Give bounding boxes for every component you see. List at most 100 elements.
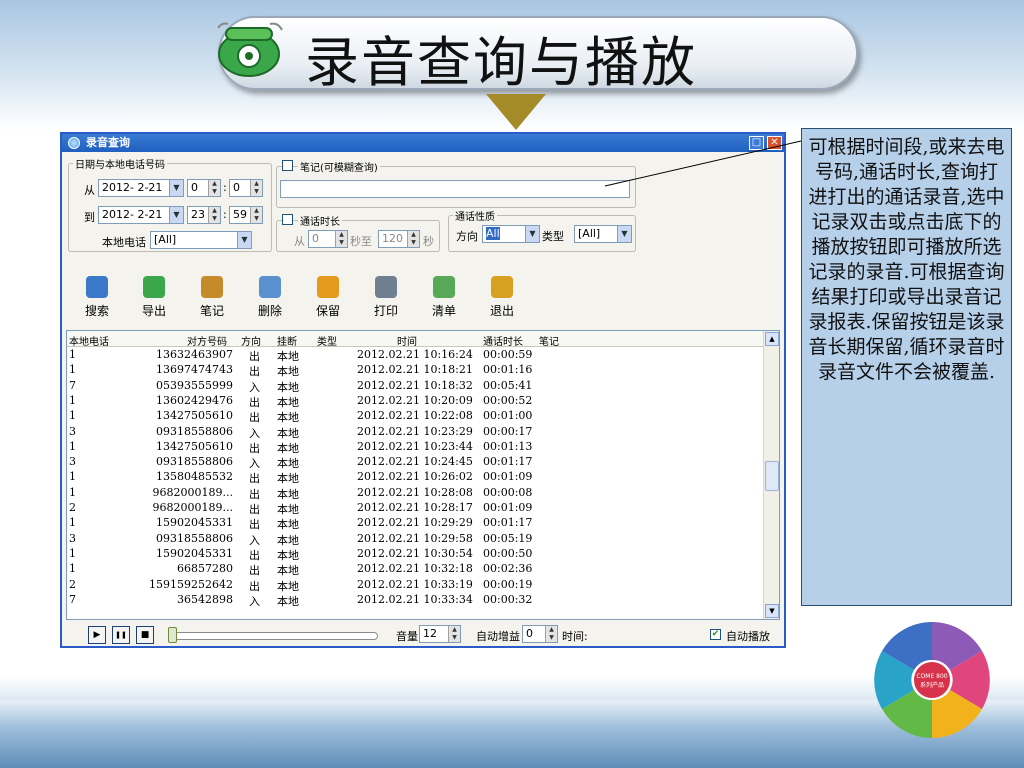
table-cell: 36542898 [177,592,233,606]
table-row[interactable]: 1 15902045331 出 本地 2012.02.21 10:29:29 00:01:… [67,516,763,531]
restore-button[interactable]: □ [749,136,764,150]
search-button[interactable]: 搜索 [75,274,119,324]
chevron-down-icon[interactable]: ▼ [237,232,251,248]
to-hour-spinner[interactable]: 23 ▲ ▼ [187,206,221,224]
direction-select[interactable]: All ▼ [482,225,540,243]
duration-from-spinner[interactable]: 0 ▲ ▼ [308,230,348,248]
scroll-thumb[interactable] [765,461,779,491]
table-cell: 1 [69,546,76,560]
export-button[interactable]: 导出 [132,274,176,324]
app-icon [68,137,80,149]
table-header: 本地电话 对方号码 方向 挂断 类型 时间 通话时长 笔记 [67,331,763,348]
table-cell: 13427505610 [156,409,233,423]
spinner-arrows-icon[interactable]: ▲ ▼ [448,626,460,642]
table-cell: 1 [69,348,76,361]
table-row[interactable]: 1 9682000189... 出 本地 2012.02.21 10:28:08 00:0… [67,486,763,501]
column-header[interactable]: 挂断 [277,333,297,348]
table-cell: 1 [69,562,76,576]
table-cell: 1 [69,439,76,453]
spinner-arrows-icon[interactable]: ▲ ▼ [250,180,262,196]
playback-progress-track[interactable] [172,632,378,640]
sec-label: 秒 [423,235,434,248]
table-row[interactable]: 1 13580485532 出 本地 2012.02.21 10:26:02 00:01:… [67,470,763,485]
playback-slider[interactable] [168,627,177,643]
time-separator: : [223,208,227,221]
type-select[interactable]: [All] ▼ [574,225,632,243]
chevron-down-icon[interactable]: ▼ [525,226,539,242]
date-phone-group-label: 日期与本地电话号码 [75,160,165,171]
local-phone-select[interactable]: [All] ▼ [150,231,252,249]
table-cell: 本地 [277,457,299,471]
duration-to-spinner[interactable]: 120 ▲ ▼ [378,230,420,248]
list-button-label: 清单 [431,304,456,318]
to-date-value: 2012- 2-21 [102,208,163,221]
table-cell: 2012.02.21 10:18:32 [357,378,473,392]
delete-button[interactable]: 删除 [248,274,292,324]
table-row[interactable]: 1 15902045331 出 本地 2012.02.21 10:30:54 00:00:… [67,547,763,562]
pause-button[interactable]: ❚❚ [112,626,130,644]
stop-button[interactable]: ■ [136,626,154,644]
from-date-value: 2012- 2-21 [102,181,163,194]
table-row[interactable]: 1 66857280 出 本地 2012.02.21 10:32:18 00:02:36 [67,562,763,577]
autoplay-checkbox[interactable]: ✔ [710,629,721,640]
play-button[interactable]: ▶ [88,626,106,644]
scroll-up-icon[interactable]: ▲ [765,332,779,346]
table-cell: 00:00:52 [483,393,533,407]
from-minute-spinner[interactable]: 0 ▲ ▼ [229,179,263,197]
table-row[interactable]: 1 13697474743 出 本地 2012.02.21 10:18:21 00:01:… [67,363,763,378]
notes-checkbox[interactable] [282,160,293,171]
table-cell: 出 [249,579,260,593]
close-button[interactable]: ✕ [767,136,782,150]
gain-spinner[interactable]: 0 ▲ ▼ [522,625,558,643]
list-button[interactable]: 清单 [422,274,466,324]
table-cell: 1 [69,409,76,423]
table-row[interactable]: 3 09318558806 入 本地 2012.02.21 10:29:58 00:05:… [67,532,763,547]
table-row[interactable]: 1 13427505610 出 本地 2012.02.21 10:23:44 00:01:… [67,440,763,455]
table-cell: 00:00:08 [483,485,533,499]
from-date-picker[interactable]: 2012- 2-21 ▼ [98,179,184,197]
column-header[interactable]: 对方号码 [187,333,227,348]
column-header[interactable]: 通话时长 [483,333,523,348]
scroll-down-icon[interactable]: ▼ [765,604,779,618]
spinner-arrows-icon[interactable]: ▲ ▼ [545,626,557,642]
table-cell: 00:01:17 [483,516,533,530]
keep-button[interactable]: 保留 [306,274,350,324]
volume-spinner[interactable]: 12 ▲ ▼ [419,625,461,643]
note-button[interactable]: 笔记 [190,274,234,324]
spinner-arrows-icon[interactable]: ▲ ▼ [335,231,347,247]
spinner-arrows-icon[interactable]: ▲ ▼ [208,180,220,196]
chevron-down-icon[interactable]: ▼ [169,180,183,196]
duration-checkbox[interactable] [282,214,293,225]
table-row[interactable]: 7 36542898 入 本地 2012.02.21 10:33:34 00:00:32 [67,593,763,608]
table-row[interactable]: 2 159159252642 出 本地 2012.02.21 10:33:19 00:00… [67,578,763,593]
table-row[interactable]: 1 13427505610 出 本地 2012.02.21 10:22:08 00:01:… [67,409,763,424]
column-header[interactable]: 本地电话 [69,333,109,348]
chevron-down-icon[interactable]: ▼ [617,226,631,242]
spinner-arrows-icon[interactable]: ▲ ▼ [250,207,262,223]
table-cell: 出 [249,365,260,379]
from-label: 从 [84,184,95,197]
column-header[interactable]: 方向 [241,333,261,348]
column-header[interactable]: 笔记 [539,333,559,348]
table-row[interactable]: 1 13602429476 出 本地 2012.02.21 10:20:09 00:00:… [67,394,763,409]
spinner-arrows-icon[interactable]: ▲ ▼ [407,231,419,247]
table-cell: 09318558806 [156,455,233,469]
notes-input[interactable] [280,180,630,198]
table-row[interactable]: 1 13632463907 出 本地 2012.02.21 10:16:24 00:00:… [67,348,763,363]
print-button[interactable]: 打印 [364,274,408,324]
from-hour-spinner[interactable]: 0 ▲ ▼ [187,179,221,197]
table-row[interactable]: 3 09318558806 入 本地 2012.02.21 10:24:45 00:01:… [67,455,763,470]
table-cell: 出 [249,441,260,455]
vertical-scrollbar[interactable]: ▲ ▼ [763,331,779,619]
spinner-arrows-icon[interactable]: ▲ ▼ [208,207,220,223]
column-header[interactable]: 时间 [397,333,417,348]
recordings-table[interactable]: 本地电话 对方号码 方向 挂断 类型 时间 通话时长 笔记 1 136324639… [66,330,780,620]
exit-button[interactable]: 退出 [480,274,524,324]
chevron-down-icon[interactable]: ▼ [169,207,183,223]
column-header[interactable]: 类型 [317,333,337,348]
table-row[interactable]: 2 9682000189... 出 本地 2012.02.21 10:28:17 00:0… [67,501,763,516]
table-row[interactable]: 3 09318558806 入 本地 2012.02.21 10:23:29 00:00:… [67,425,763,440]
to-minute-spinner[interactable]: 59 ▲ ▼ [229,206,263,224]
table-row[interactable]: 7 05393555999 入 本地 2012.02.21 10:18:32 00:05:… [67,379,763,394]
to-date-picker[interactable]: 2012- 2-21 ▼ [98,206,184,224]
